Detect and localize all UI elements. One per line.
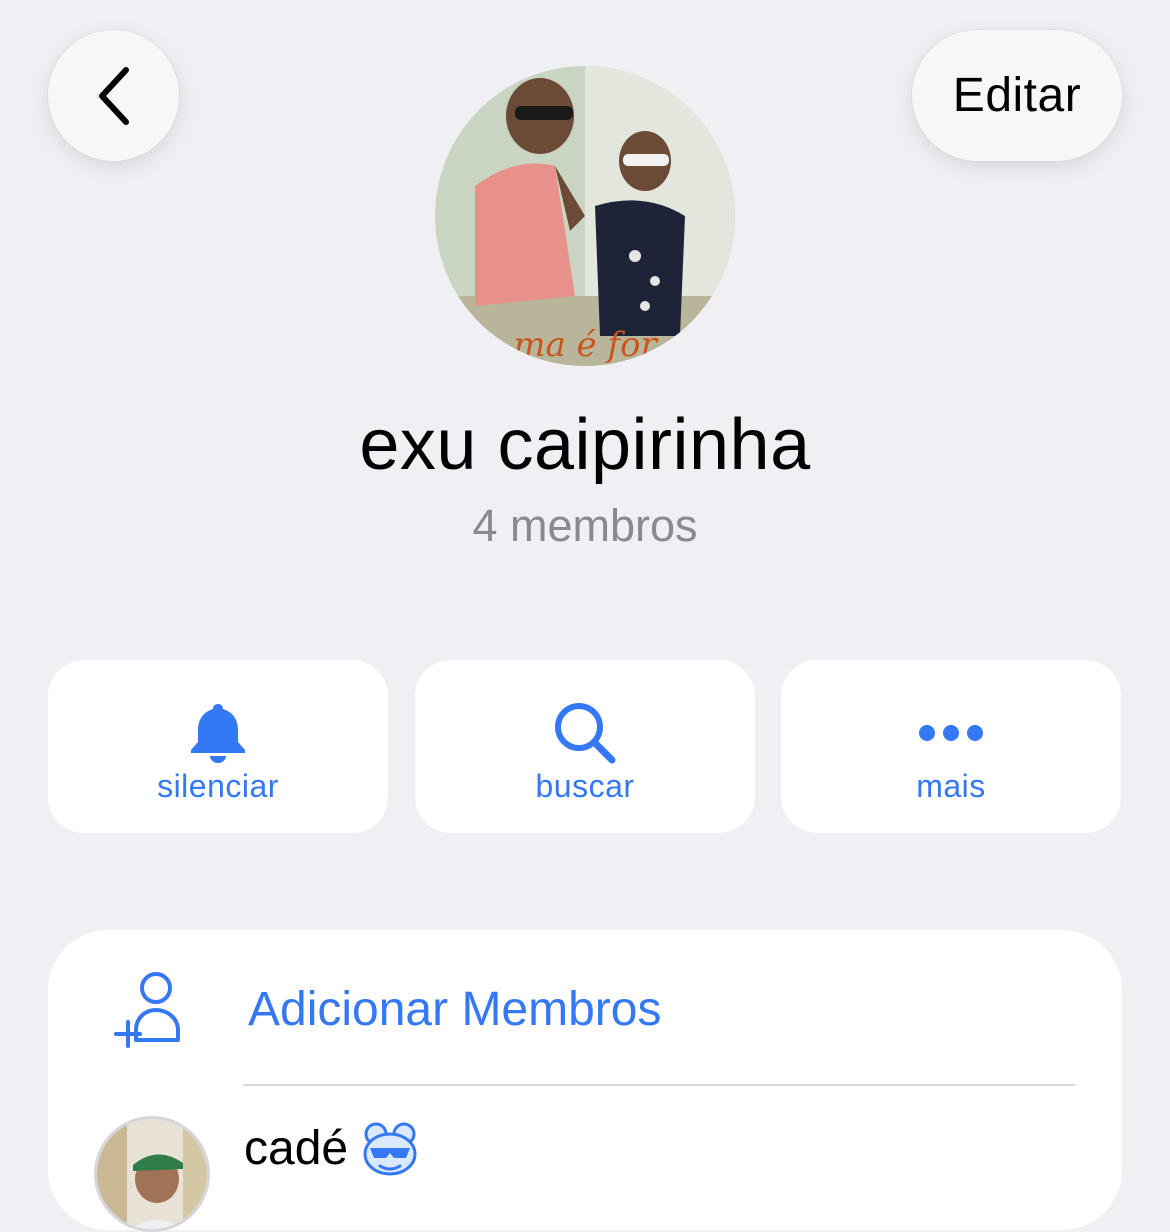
- add-members-row[interactable]: Adicionar Membros: [48, 930, 1122, 1085]
- chevron-left-icon: [94, 66, 134, 126]
- group-avatar[interactable]: ma é for: [435, 66, 735, 366]
- avatar: [94, 1116, 210, 1232]
- mute-button[interactable]: silenciar: [48, 660, 388, 833]
- member-row[interactable]: cadé: [48, 1090, 1122, 1232]
- bell-icon: [183, 698, 253, 768]
- edit-button[interactable]: Editar: [912, 30, 1122, 161]
- edit-button-label: Editar: [952, 69, 1082, 122]
- frog-sunglasses-icon: [362, 1120, 418, 1176]
- member-name: cadé: [244, 1120, 418, 1176]
- avatar-caption: ma é for: [513, 325, 658, 365]
- more-label: mais: [916, 768, 986, 804]
- add-members-label: Adicionar Membros: [248, 983, 662, 1036]
- divider: [243, 1084, 1075, 1086]
- mute-label: silenciar: [157, 768, 279, 804]
- group-name: exu caipirinha: [359, 405, 811, 485]
- add-person-icon: [114, 970, 190, 1050]
- members-card: Adicionar Membros cadé: [48, 930, 1122, 1232]
- back-button[interactable]: [48, 30, 179, 161]
- member-name-text: cadé: [244, 1121, 349, 1175]
- search-button[interactable]: buscar: [415, 660, 755, 833]
- member-count: 4 membros: [472, 500, 698, 551]
- more-icon: [916, 698, 986, 768]
- search-icon: [550, 698, 620, 768]
- search-label: buscar: [535, 768, 635, 804]
- more-button[interactable]: mais: [781, 660, 1121, 833]
